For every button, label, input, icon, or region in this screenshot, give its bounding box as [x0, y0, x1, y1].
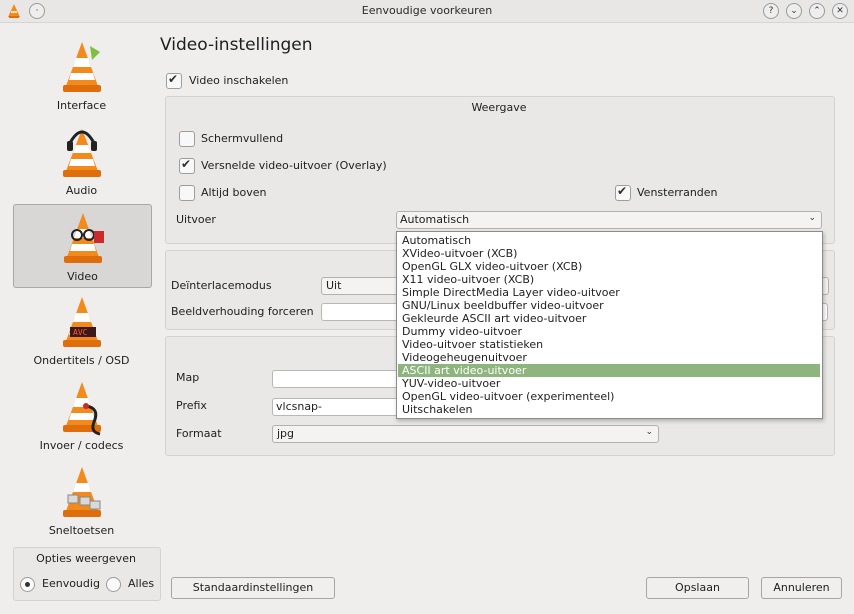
output-label: Uitvoer [176, 213, 216, 226]
sidebar-item-label: Audio [65, 184, 98, 197]
always-on-top-checkbox[interactable] [179, 185, 195, 201]
svg-text:AVC: AVC [73, 328, 88, 337]
overlay-checkbox[interactable] [179, 157, 195, 174]
close-button[interactable]: ✕ [832, 3, 848, 19]
enable-video-checkbox[interactable] [166, 72, 182, 89]
format-label: Formaat [176, 427, 222, 440]
always-on-top-label: Altijd boven [201, 186, 267, 199]
save-button[interactable]: Opslaan [646, 577, 749, 599]
deinterlace-select-value: Uit [326, 279, 342, 292]
film-cone-icon [63, 213, 104, 263]
chevron-down-icon: ⌄ [645, 427, 653, 437]
deinterlace-label: Deïnterlacemodus [171, 279, 272, 292]
sidebar-item-interface[interactable]: Interface [13, 34, 150, 116]
fullscreen-label: Schermvullend [201, 132, 284, 145]
sidebar-item-subtitles[interactable]: AVC Ondertitels / OSD [13, 289, 150, 371]
prefix-value: vlcsnap- [276, 400, 323, 413]
chevron-down-icon: ⌄ [808, 213, 816, 223]
dropdown-item[interactable]: Uitschakelen [398, 403, 820, 416]
subtitles-cone-icon: AVC [62, 297, 101, 347]
window-title: Eenvoudige voorkeuren [361, 4, 493, 17]
prefix-label: Prefix [176, 399, 207, 412]
keyboard-cone-icon [62, 467, 101, 517]
dropdown-item[interactable]: XVideo-uitvoer (XCB) [398, 247, 820, 260]
fullscreen-checkbox[interactable] [179, 131, 195, 147]
format-select[interactable]: jpg ⌄ [272, 425, 659, 443]
dropdown-item[interactable]: Dummy video-uitvoer [398, 325, 820, 338]
sidebar-item-label: Invoer / codecs [39, 439, 124, 452]
radio-simple[interactable] [20, 577, 35, 592]
overlay-label: Versnelde video-uitvoer (Overlay) [201, 159, 387, 172]
dropdown-item[interactable]: GNU/Linux beeldbuffer video-uitvoer [398, 299, 820, 312]
sidebar-item-label: Sneltoetsen [48, 524, 115, 537]
dropdown-item[interactable]: Simple DirectMedia Layer video-uitvoer [398, 286, 820, 299]
dropdown-item[interactable]: YUV-video-uitvoer [398, 377, 820, 390]
format-select-value: jpg [277, 427, 295, 440]
help-button[interactable]: ? [763, 3, 779, 19]
window-decorations-label: Vensterranden [637, 186, 718, 199]
output-select-value: Automatisch [400, 213, 470, 226]
output-dropdown-list[interactable]: Automatisch XVideo-uitvoer (XCB) OpenGL … [396, 231, 823, 419]
map-label: Map [176, 371, 200, 384]
interface-cone-icon [62, 42, 101, 92]
options-title: Opties weergeven [36, 552, 136, 565]
aspect-ratio-label: Beeldverhouding forceren [171, 305, 314, 318]
radio-all[interactable] [106, 577, 121, 592]
page-title: Video-instellingen [160, 35, 313, 55]
sidebar-item-hotkeys[interactable]: Sneltoetsen [13, 459, 150, 541]
dropdown-item[interactable]: Video-uitvoer statistieken [398, 338, 820, 351]
title-bar: · Eenvoudige voorkeuren ? ⌄ ⌃ ✕ [0, 0, 854, 23]
display-group-title: Weergave [471, 101, 527, 114]
dropdown-item[interactable]: X11 video-uitvoer (XCB) [398, 273, 820, 286]
radio-simple-label: Eenvoudig [42, 577, 100, 590]
cable-cone-icon [62, 382, 101, 436]
window-decorations-checkbox[interactable] [615, 184, 631, 201]
dropdown-item[interactable]: OpenGL GLX video-uitvoer (XCB) [398, 260, 820, 273]
minimize-button[interactable]: ⌄ [786, 3, 802, 19]
sidebar-item-label: Interface [56, 99, 107, 112]
cancel-button[interactable]: Annuleren [761, 577, 842, 599]
sidebar-item-label: Video [67, 270, 98, 283]
dropdown-item[interactable]: Videogeheugenuitvoer [398, 351, 820, 364]
enable-video-label: Video inschakelen [189, 74, 289, 87]
sidebar-item-label: Ondertitels / OSD [33, 354, 130, 367]
output-select[interactable]: Automatisch ⌄ [396, 211, 822, 229]
sidebar-item-audio[interactable]: Audio [13, 119, 150, 201]
sidebar-item-video[interactable]: Video [13, 204, 152, 288]
dropdown-item[interactable]: Gekleurde ASCII art video-uitvoer [398, 312, 820, 325]
dropdown-item-highlighted[interactable]: ASCII art video-uitvoer [398, 364, 820, 377]
dropdown-item[interactable]: OpenGL video-uitvoer (experimenteel) [398, 390, 820, 403]
dropdown-item[interactable]: Automatisch [398, 234, 820, 247]
sidebar-item-input-codecs[interactable]: Invoer / codecs [13, 374, 150, 456]
maximize-button[interactable]: ⌃ [809, 3, 825, 19]
radio-all-label: Alles [128, 577, 155, 590]
reset-defaults-button[interactable]: Standaardinstellingen [171, 577, 335, 599]
headphones-cone-icon [62, 129, 101, 177]
